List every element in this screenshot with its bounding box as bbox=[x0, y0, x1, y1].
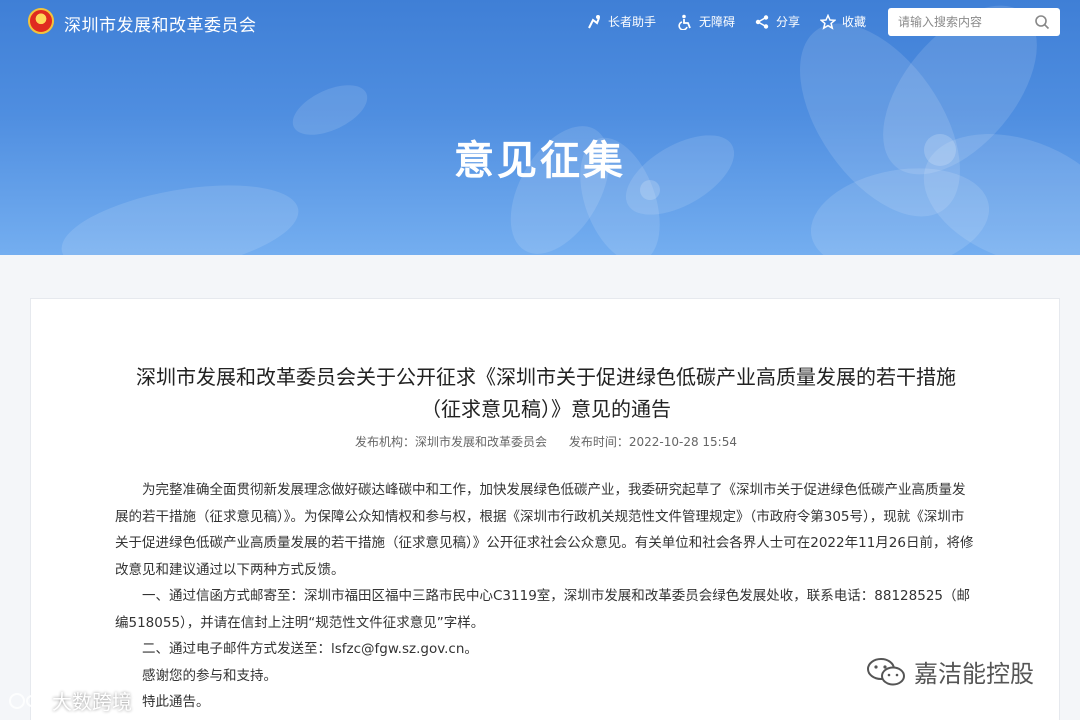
top-navigation: 深圳市发展和改革委员会 长者助手 无障碍 分享 收藏 请输入搜索内容 bbox=[0, 0, 1080, 44]
article-title-line2: （征求意见稿）》意见的通告 bbox=[421, 397, 671, 421]
elder-helper-label: 长者助手 bbox=[608, 15, 657, 29]
watermark-logo-icon bbox=[9, 692, 47, 709]
paragraph-method-mail: 一、通过信函方式邮寄至：深圳市福田区福中三路市民中心C3119室，深圳市发展和改… bbox=[115, 588, 970, 631]
site-title[interactable]: 深圳市发展和改革委员会 bbox=[64, 11, 257, 36]
watermark-left: 大数跨境 bbox=[8, 686, 132, 715]
accessibility-label: 无障碍 bbox=[699, 15, 736, 29]
national-emblem-icon bbox=[28, 8, 54, 34]
share-label: 分享 bbox=[776, 15, 801, 29]
article-body: 为完整准确全面贯彻新发展理念做好碳达峰碳中和工作，加快发展绿色低碳产业，我委研究… bbox=[115, 477, 975, 716]
page-title: 意见征集 bbox=[454, 138, 626, 184]
article-title: 深圳市发展和改革委员会关于公开征求《深圳市关于促进绿色低碳产业高质量发展的若干措… bbox=[31, 361, 1061, 425]
article-title-line1: 深圳市发展和改革委员会关于公开征求《深圳市关于促进绿色低碳产业高质量发展的若干措… bbox=[136, 365, 956, 389]
accessibility-button[interactable]: 无障碍 bbox=[677, 13, 735, 30]
search-icon[interactable] bbox=[1034, 14, 1050, 30]
accessibility-icon bbox=[678, 14, 691, 30]
share-icon bbox=[755, 14, 769, 29]
publish-time: 发布时间：2022-10-28 15:54 bbox=[568, 435, 737, 449]
paragraph-notice: 特此通告。 bbox=[142, 694, 210, 710]
paragraph-method-email: 二、通过电子邮件方式发送至：lsfzc@fgw.sz.gov.cn。 bbox=[142, 641, 478, 657]
watermark-right-text: 嘉洁能控股 bbox=[914, 660, 1034, 688]
search-input[interactable] bbox=[888, 8, 1028, 36]
paragraph-intro: 为完整准确全面贯彻新发展理念做好碳达峰碳中和工作，加快发展绿色低碳产业，我委研究… bbox=[115, 482, 974, 578]
star-icon bbox=[820, 13, 836, 30]
article-meta: 发布机构：深圳市发展和改革委员会 发布时间：2022-10-28 15:54 bbox=[31, 433, 1061, 450]
wechat-icon bbox=[867, 657, 905, 685]
paragraph-thanks: 感谢您的参与和支持。 bbox=[142, 667, 277, 684]
watermark-right: 嘉洁能控股 bbox=[866, 654, 1034, 689]
search-box bbox=[888, 8, 1060, 36]
share-button[interactable]: 分享 bbox=[754, 13, 800, 30]
elder-helper-icon bbox=[588, 14, 600, 28]
publisher: 发布机构：深圳市发展和改革委员会 bbox=[355, 435, 548, 449]
elder-helper-button[interactable]: 长者助手 bbox=[586, 13, 656, 30]
favorite-label: 收藏 bbox=[842, 15, 867, 29]
watermark-left-text: 大数跨境 bbox=[52, 690, 132, 714]
favorite-button[interactable]: 收藏 bbox=[820, 13, 866, 30]
